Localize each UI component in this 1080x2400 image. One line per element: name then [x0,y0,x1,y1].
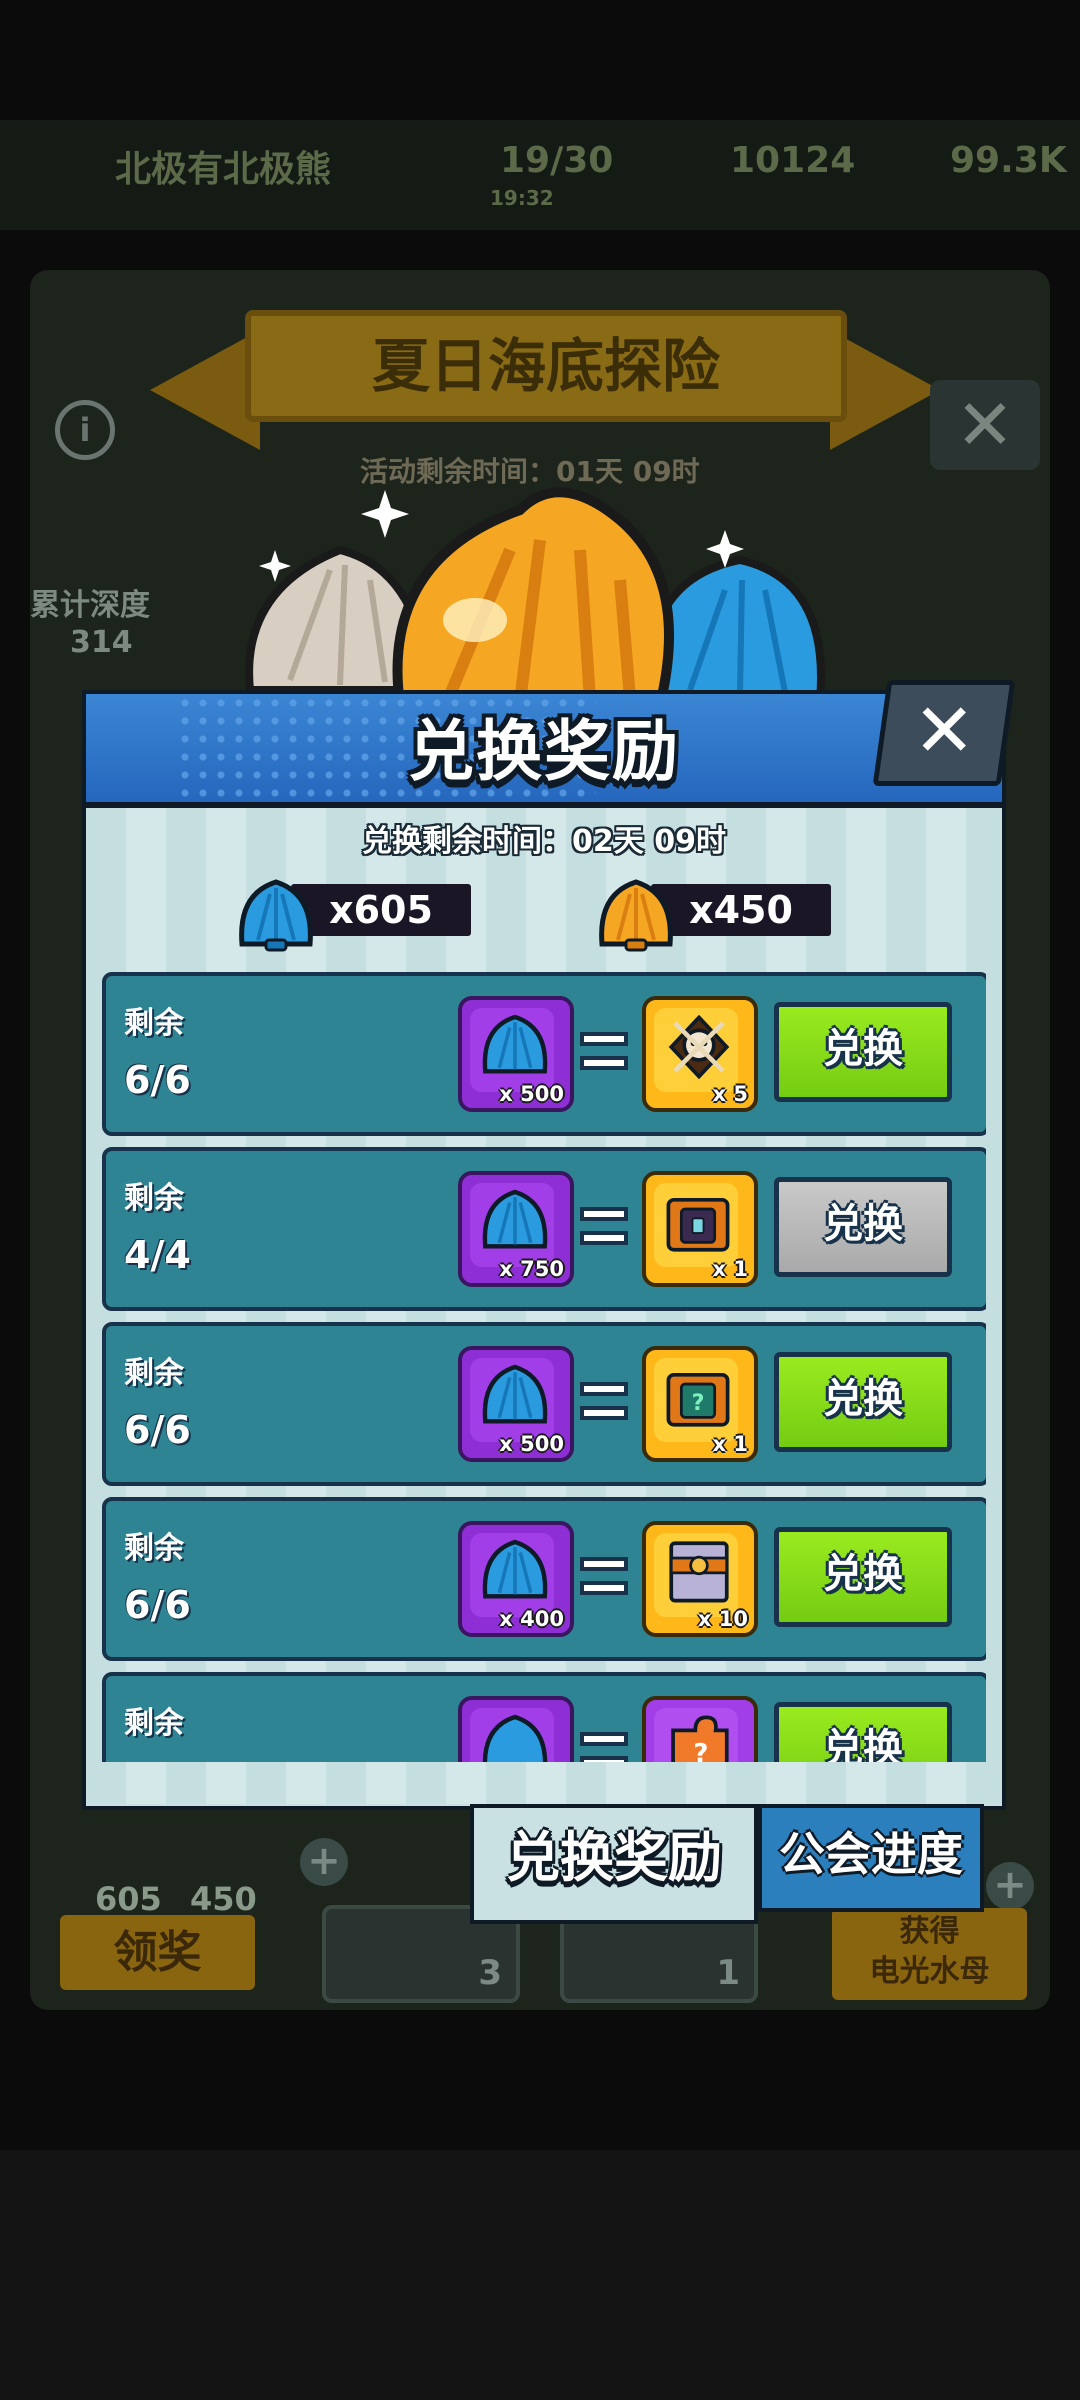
equals-icon [580,1024,628,1080]
exchange-row: 剩余 ? 兑换 [102,1672,986,1762]
player-name: 北极有北极熊 [115,149,332,190]
svg-text:?: ? [692,1390,705,1416]
cost-quantity: x 400 [499,1607,564,1631]
remain-label: 剩余 [124,1356,184,1391]
depth-value: 314 [70,625,133,660]
reward-quantity: x 1 [712,1432,748,1456]
svg-text:?: ? [693,1739,708,1762]
blue-shell-amount: x605 [329,888,433,932]
exchange-row: 剩余 6/6 x 500 ? x 1 兑换 [102,1322,986,1486]
cost-quantity: x 750 [499,1257,564,1281]
remain-label: 剩余 [124,1531,184,1566]
equals-icon [580,1724,628,1762]
exchange-list[interactable]: 剩余 6/6 x 500 x 5 兑换 剩余 4/4 x 750 x 1 兑换 … [102,972,986,1762]
close-icon: ✕ [913,688,976,774]
exchange-button[interactable]: 兑换 [774,1702,952,1762]
reward-item: x 5 [642,996,758,1112]
equals-icon [580,1549,628,1605]
dialog-title: 兑换奖励 [408,713,680,790]
exchange-row: 剩余 6/6 x 500 x 5 兑换 [102,972,986,1136]
blue-shell-icon [482,1714,548,1762]
add-slot-icon[interactable]: + [300,1838,348,1886]
event-banner-title: 夏日海底探险 [245,310,847,422]
blue-shell-icon [482,1014,548,1074]
energy-timer: 19:32 [490,186,554,210]
dialog-close-button[interactable]: ✕ [872,680,1016,786]
mystery-chest-icon: ? [666,1372,730,1427]
exchange-remaining-time: 兑换剩余时间：02天 09时 [362,824,726,859]
shells-decoration [245,487,825,710]
cost-quantity: x 500 [499,1082,564,1106]
exchange-rewards-dialog: 兑换奖励 兑换剩余时间：02天 09时 x605 x450 剩余 6/6 x 5… [82,690,1006,1810]
blue-shell-icon [482,1364,548,1424]
remain-label: 剩余 [124,1706,184,1741]
exchange-button-disabled[interactable]: 兑换 [774,1177,952,1277]
exchange-button[interactable]: 兑换 [774,1527,952,1627]
gold-shell-amount: x450 [689,888,793,932]
remain-count: 6/6 [124,1058,191,1102]
equals-icon [580,1374,628,1430]
remain-count: 4/4 [124,1233,191,1277]
claim-button[interactable]: 领奖 [60,1915,255,1990]
puzzle-piece-icon: ? [671,1715,729,1762]
gold-shell-icon [392,487,674,710]
blue-shell-count: 605 [95,1880,162,1918]
coin-counter: 10124 [730,140,856,181]
blue-shell-icon [482,1539,548,1599]
exchange-row: 剩余 4/4 x 750 x 1 兑换 [102,1147,986,1311]
ticket-stack-icon [669,1541,729,1603]
remain-label: 剩余 [124,1006,184,1041]
tab-guild-progress[interactable]: 公会进度 [758,1804,984,1912]
gem-counter: 99.3K [950,140,1067,181]
blue-shell-icon [482,1189,548,1249]
dark-chest-icon [666,1197,730,1252]
exchange-button[interactable]: 兑换 [774,1352,952,1452]
obtain-jellyfish-button[interactable]: 获得 电光水母 [832,1908,1027,2000]
reward-quantity: x 10 [697,1607,748,1631]
blue-shell-icon [645,555,825,704]
tab-exchange-rewards[interactable]: 兑换奖励 [470,1804,758,1924]
gold-shell-count: 450 [190,1880,257,1918]
cost-item: x 500 [458,1346,574,1462]
remain-count: 6/6 [124,1408,191,1452]
remain-count: 6/6 [124,1583,191,1627]
reward-quantity: x 5 [712,1082,748,1106]
exchange-row: 剩余 6/6 x 400 x 10 兑换 [102,1497,986,1661]
reward-item: ? [642,1696,758,1762]
cost-item: x 750 [458,1171,574,1287]
cost-item: x 400 [458,1521,574,1637]
dialog-header: 兑换奖励 [86,694,1002,808]
add-item-icon[interactable]: + [986,1862,1034,1910]
reward-quantity: x 1 [712,1257,748,1281]
cost-quantity: x 500 [499,1432,564,1456]
cost-item [458,1696,574,1762]
reward-item: x 1 [642,1171,758,1287]
reward-item: ? x 1 [642,1346,758,1462]
depth-label: 累计深度 [30,588,150,623]
reward-item: x 10 [642,1521,758,1637]
bottom-nav-bar [0,2150,1080,2400]
event-close-button[interactable]: ✕ [930,380,1040,470]
energy-counter: 19/30 [500,140,614,181]
exchange-button[interactable]: 兑换 [774,1002,952,1102]
banner-arrow-left [150,330,260,450]
pirate-badge-icon [668,1014,730,1080]
equals-icon [580,1199,628,1255]
cost-item: x 500 [458,996,574,1112]
remain-label: 剩余 [124,1181,184,1216]
info-icon[interactable]: i [55,400,115,460]
